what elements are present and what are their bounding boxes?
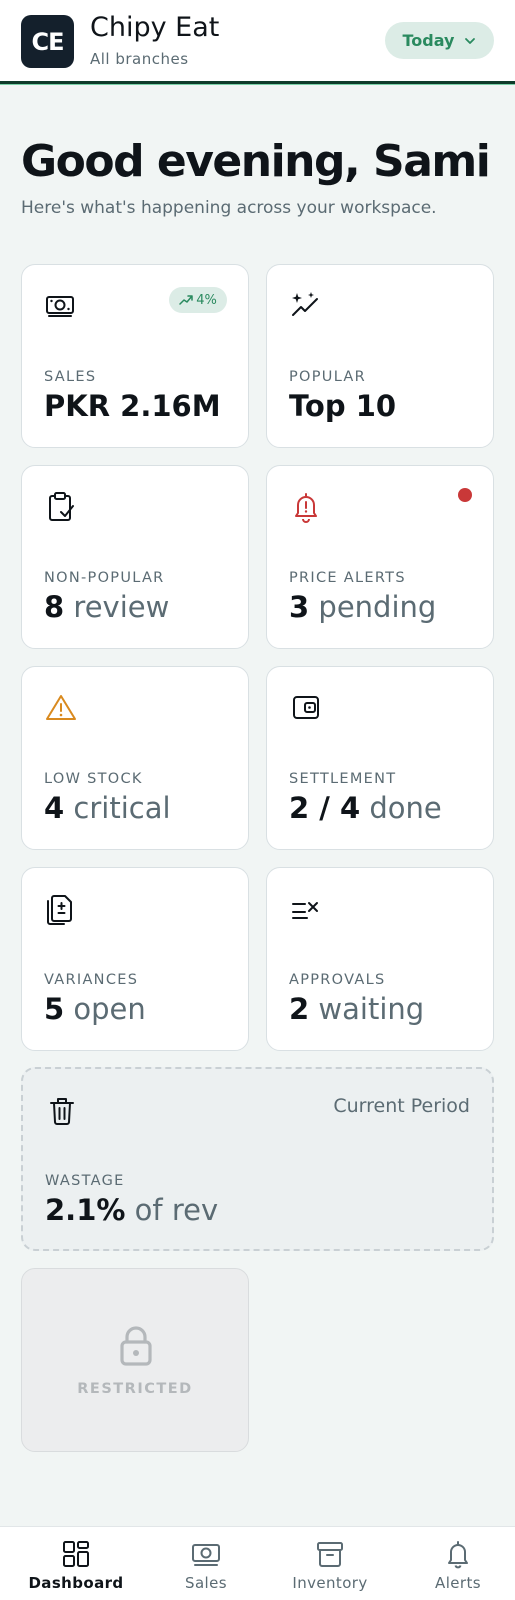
card-wastage[interactable]: Current Period WASTAGE 2.1% of rev <box>21 1067 494 1251</box>
money-icon <box>46 296 74 317</box>
card-value: 4 critical <box>44 791 171 825</box>
card-label: POPULAR <box>289 369 367 385</box>
list-check-icon <box>292 902 318 919</box>
card-label: WASTAGE <box>45 1173 125 1189</box>
document-diff-icon <box>47 895 72 925</box>
nav-label: Sales <box>185 1574 227 1592</box>
lock-icon <box>120 1326 152 1366</box>
card-label: PRICE ALERTS <box>289 570 406 586</box>
sparkles-icon <box>292 292 318 316</box>
trash-icon <box>50 1098 74 1125</box>
clipboard-check-icon <box>49 492 74 521</box>
money-icon <box>192 1544 220 1566</box>
card-sales[interactable]: 4% SALES PKR 2.16M <box>21 264 249 448</box>
card-value: 3 pending <box>289 590 437 624</box>
card-value: 2 waiting <box>289 992 425 1026</box>
nav-dashboard[interactable]: Dashboard <box>12 1527 140 1600</box>
page-subtitle: Here's what's happening across your work… <box>21 198 437 218</box>
card-label: SETTLEMENT <box>289 771 397 787</box>
card-non-popular[interactable]: NON-POPULAR 8 review <box>21 465 249 649</box>
card-settlement[interactable]: SETTLEMENT 2 / 4 done <box>266 666 494 850</box>
nav-alerts[interactable]: Alerts <box>394 1527 515 1600</box>
card-low-stock[interactable]: LOW STOCK 4 critical <box>21 666 249 850</box>
period-dropdown[interactable]: Today <box>385 22 494 59</box>
page-title: Good evening, Sami <box>21 136 491 187</box>
chevron-down-icon <box>465 37 476 44</box>
trend-up-icon <box>179 295 193 305</box>
card-price-alerts[interactable]: PRICE ALERTS 3 pending <box>266 465 494 649</box>
archive-icon <box>317 1542 343 1567</box>
card-label: NON-POPULAR <box>44 570 165 586</box>
nav-label: Dashboard <box>28 1574 124 1592</box>
bottom-nav: Dashboard Sales Inventory Alerts <box>0 1526 515 1600</box>
warning-icon <box>46 695 76 720</box>
card-label: APPROVALS <box>289 972 386 988</box>
card-restricted: RESTRICTED <box>21 1268 249 1452</box>
period-label: Today <box>402 31 455 50</box>
nav-label: Alerts <box>435 1574 481 1592</box>
branch-selector-label[interactable]: All branches <box>90 50 189 68</box>
card-label: SALES <box>44 369 97 385</box>
nav-inventory[interactable]: Inventory <box>266 1527 394 1600</box>
bell-alert-icon <box>295 493 317 523</box>
brand-logo[interactable]: CE <box>21 15 74 68</box>
wallet-icon <box>293 696 319 719</box>
card-value: PKR 2.16M <box>44 389 221 423</box>
card-value: 5 open <box>44 992 146 1026</box>
card-approvals[interactable]: APPROVALS 2 waiting <box>266 867 494 1051</box>
brand-name: Chipy Eat <box>90 12 220 43</box>
period-label: Current Period <box>333 1095 470 1117</box>
card-value: 2.1% of rev <box>45 1193 219 1227</box>
card-value: Top 10 <box>289 389 397 423</box>
nav-sales[interactable]: Sales <box>142 1527 270 1600</box>
unread-dot <box>458 488 472 502</box>
app-header: CE Chipy Eat All branches Today <box>0 0 515 84</box>
trend-value: 4% <box>196 292 217 308</box>
dashboard-icon <box>63 1541 89 1567</box>
card-popular[interactable]: POPULAR Top 10 <box>266 264 494 448</box>
card-variances[interactable]: VARIANCES 5 open <box>21 867 249 1051</box>
nav-label: Inventory <box>292 1574 368 1592</box>
card-label: VARIANCES <box>44 972 139 988</box>
trend-badge: 4% <box>169 287 227 313</box>
card-value: 8 review <box>44 590 170 624</box>
bell-icon <box>448 1541 468 1569</box>
card-value: 2 / 4 done <box>289 791 442 825</box>
restricted-label: RESTRICTED <box>77 1381 193 1397</box>
card-label: LOW STOCK <box>44 771 143 787</box>
